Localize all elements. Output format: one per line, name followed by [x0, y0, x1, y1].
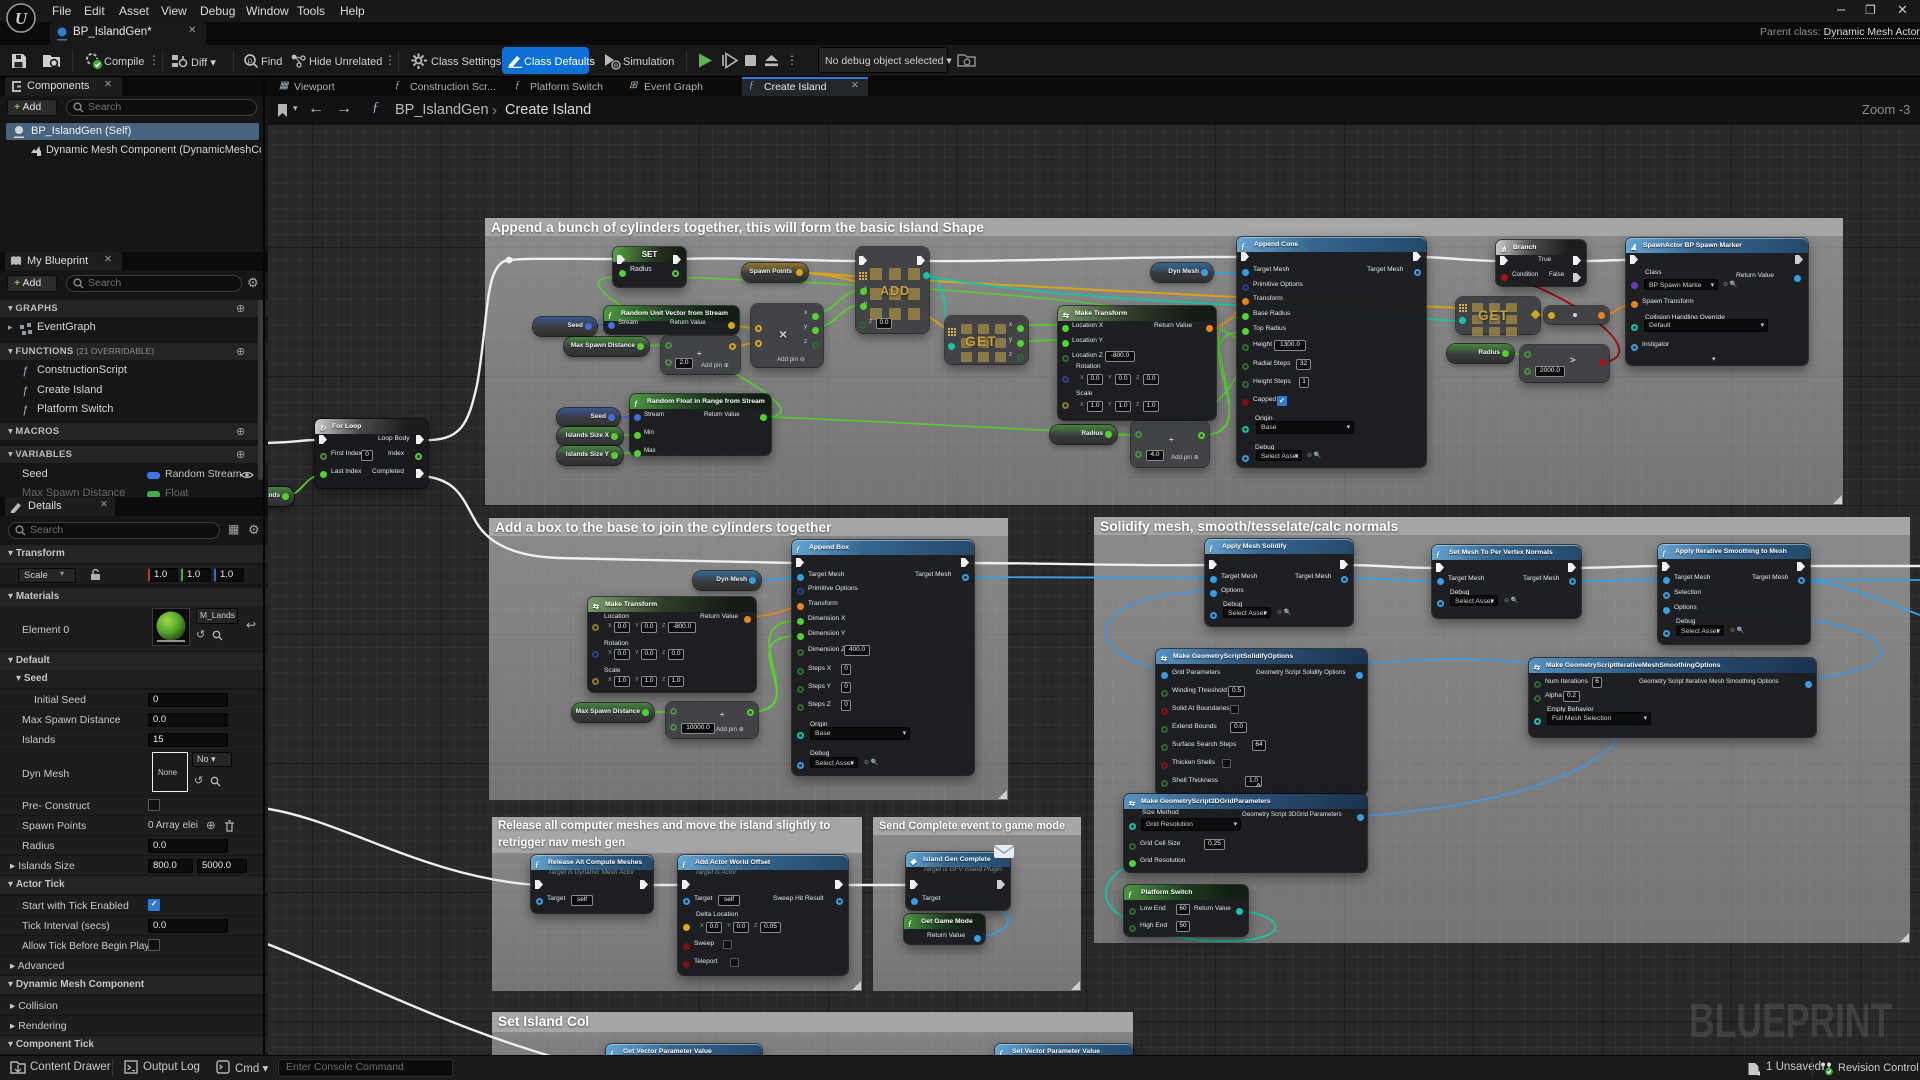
svg-text:U: U — [15, 9, 28, 28]
svg-text:ρ: ρ — [248, 56, 253, 65]
svg-text:✱: ✱ — [1757, 1070, 1760, 1076]
svg-text:⚙: ⚙ — [613, 63, 618, 70]
